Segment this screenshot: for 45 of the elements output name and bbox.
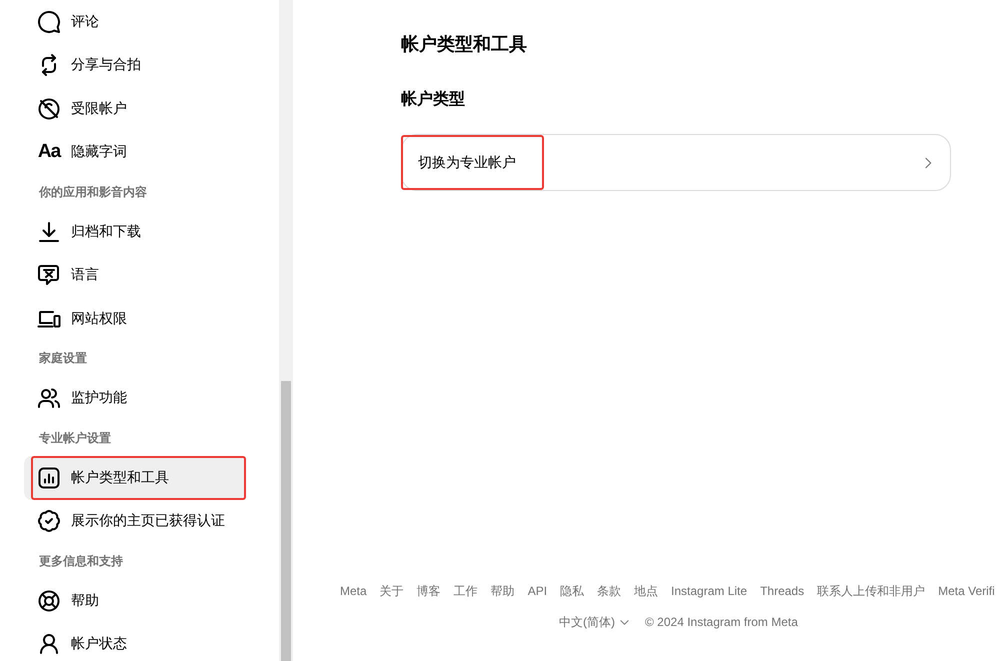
lifebuoy-icon [37,588,61,613]
bar-chart-icon [37,466,61,490]
section-title: 帐户类型 [401,89,466,110]
settings-row[interactable]: 切换为专业帐户 [401,134,951,191]
copyright-text: © 2024 Instagram from Meta [645,614,798,630]
footer-link[interactable]: 联系人上传和非用户 [817,583,926,599]
footer-link[interactable]: 地点 [634,583,658,599]
footer-link[interactable]: 帮助 [490,583,515,599]
sidebar-item[interactable]: 展示你的主页已获得认证 [24,500,246,543]
footer-link[interactable]: 条款 [597,583,622,599]
people-icon [37,386,61,410]
sidebar-item[interactable]: 评论 [24,0,246,44]
language-selector[interactable]: 中文(简体) [559,614,630,630]
sidebar-item[interactable]: 分享与合拍 [24,44,246,87]
footer-link[interactable]: Threads [760,583,804,599]
footer-link[interactable]: 关于 [380,583,404,599]
footer-link[interactable]: Instagram Lite [671,583,748,599]
sidebar-item[interactable]: Aa 隐藏字词 [24,130,246,174]
sidebar-item[interactable]: 归档和下载 [24,210,246,254]
page-title: 帐户类型和工具 [401,33,528,56]
section-heading: 专业帐户设置 [38,430,112,446]
comment-icon [37,10,61,34]
footer-link[interactable]: Meta [340,583,367,599]
sidebar-item[interactable]: 帐户状态 [24,622,246,661]
footer-link[interactable]: 工作 [454,583,478,599]
sidebar-item[interactable]: 帐户类型和工具 [24,456,246,500]
user-icon [37,632,61,656]
sidebar-item[interactable]: 帮助 [24,579,246,622]
sidebar-item[interactable]: 受限帐户 [24,87,246,130]
download-icon [37,220,61,244]
section-heading: 更多信息和支持 [38,552,124,570]
footer-link[interactable]: API [528,583,548,599]
sidebar-item[interactable]: 语言 [24,254,246,297]
footer-link[interactable]: 隐私 [560,583,584,599]
crossed-circle-icon [37,96,61,121]
sidebar-item[interactable]: 网站权限 [24,297,246,340]
section-heading: 家庭设置 [38,350,88,367]
section-heading: 你的应用和影音内容 [38,184,148,200]
footer-link[interactable]: 博客 [416,583,441,599]
footer-link[interactable]: Meta Verifi [938,583,995,599]
verified-badge-icon [37,509,61,534]
letters-icon: Aa [37,141,61,164]
translate-bubble-icon [37,263,61,288]
sidebar-item[interactable]: 监护功能 [24,376,246,420]
scrollbar-thumb[interactable] [281,381,291,661]
